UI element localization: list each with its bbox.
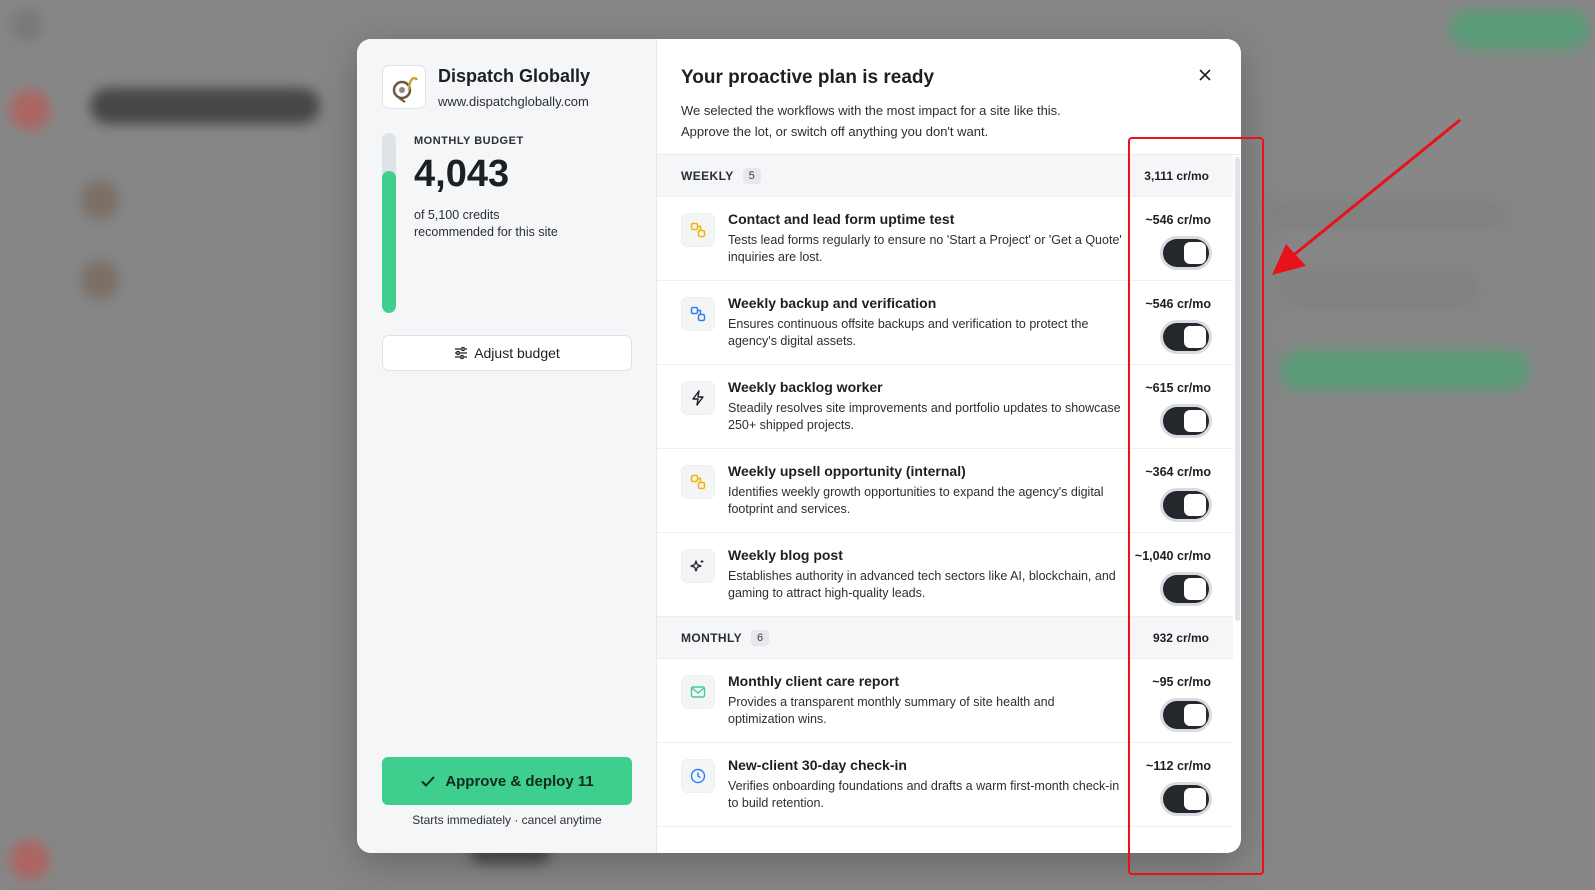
approve-deploy-button[interactable]: Approve & deploy 11 [382,757,632,805]
site-name: Dispatch Globally [438,65,591,86]
plan-sidebar: Dispatch Globally www.dispatchglobally.c… [357,39,657,853]
mail-icon [681,675,715,709]
site-logo [382,65,426,109]
flow-icon [681,465,715,499]
workflow-description: Identifies weekly growth opportunities t… [728,485,1104,516]
site-url: www.dispatchglobally.com [438,93,589,109]
flow-icon [681,297,715,331]
lightning-icon [681,381,715,415]
adjust-budget-label: Adjust budget [474,345,560,361]
approve-label: Approve & deploy 11 [445,772,594,790]
budget-label: MONTHLY BUDGET [414,135,524,147]
annotation-arrow [1272,118,1461,275]
clock-icon [681,759,715,793]
close-icon [1199,69,1211,81]
group-count-badge: 5 [742,167,761,184]
budget-bar-fill [382,170,396,313]
proactive-plan-modal: Dispatch Globally www.dispatchglobally.c… [357,39,1241,853]
sliders-icon [455,346,468,360]
plan-title: Your proactive plan is ready [681,67,935,88]
budget-summary: MONTHLY BUDGET 4,043 of 5,100 credits re… [382,133,631,313]
budget-bar [382,133,396,313]
sparkles-icon [681,549,715,583]
adjust-budget-button[interactable]: Adjust budget [382,335,632,371]
site-brand: Dispatch Globally www.dispatchglobally.c… [382,65,631,109]
check-icon [421,776,436,787]
group-count-badge: 6 [751,629,770,646]
budget-value: 4,043 [414,153,510,195]
workflow-description: Establishes authority in advanced tech s… [728,569,1116,600]
budget-subtext: of 5,100 credits recommended for this si… [414,208,558,239]
workflow-description: Steadily resolves site improvements and … [728,401,1121,432]
workflow-description: Tests lead forms regularly to ensure no … [728,233,1122,264]
close-button[interactable] [1195,65,1215,85]
group-name: WEEKLY [681,168,734,183]
approve-note: Starts immediately · cancel anytime [412,813,602,827]
plan-subtitle: We selected the workflows with the most … [681,103,1061,139]
flow-icon [681,213,715,247]
workflow-description: Ensures continuous offsite backups and v… [728,317,1089,348]
workflow-description: Verifies onboarding foundations and draf… [728,779,1120,810]
group-name: MONTHLY [681,630,743,645]
workflow-description: Provides a transparent monthly summary o… [728,695,1055,726]
annotation-highlight-box [1128,137,1264,875]
